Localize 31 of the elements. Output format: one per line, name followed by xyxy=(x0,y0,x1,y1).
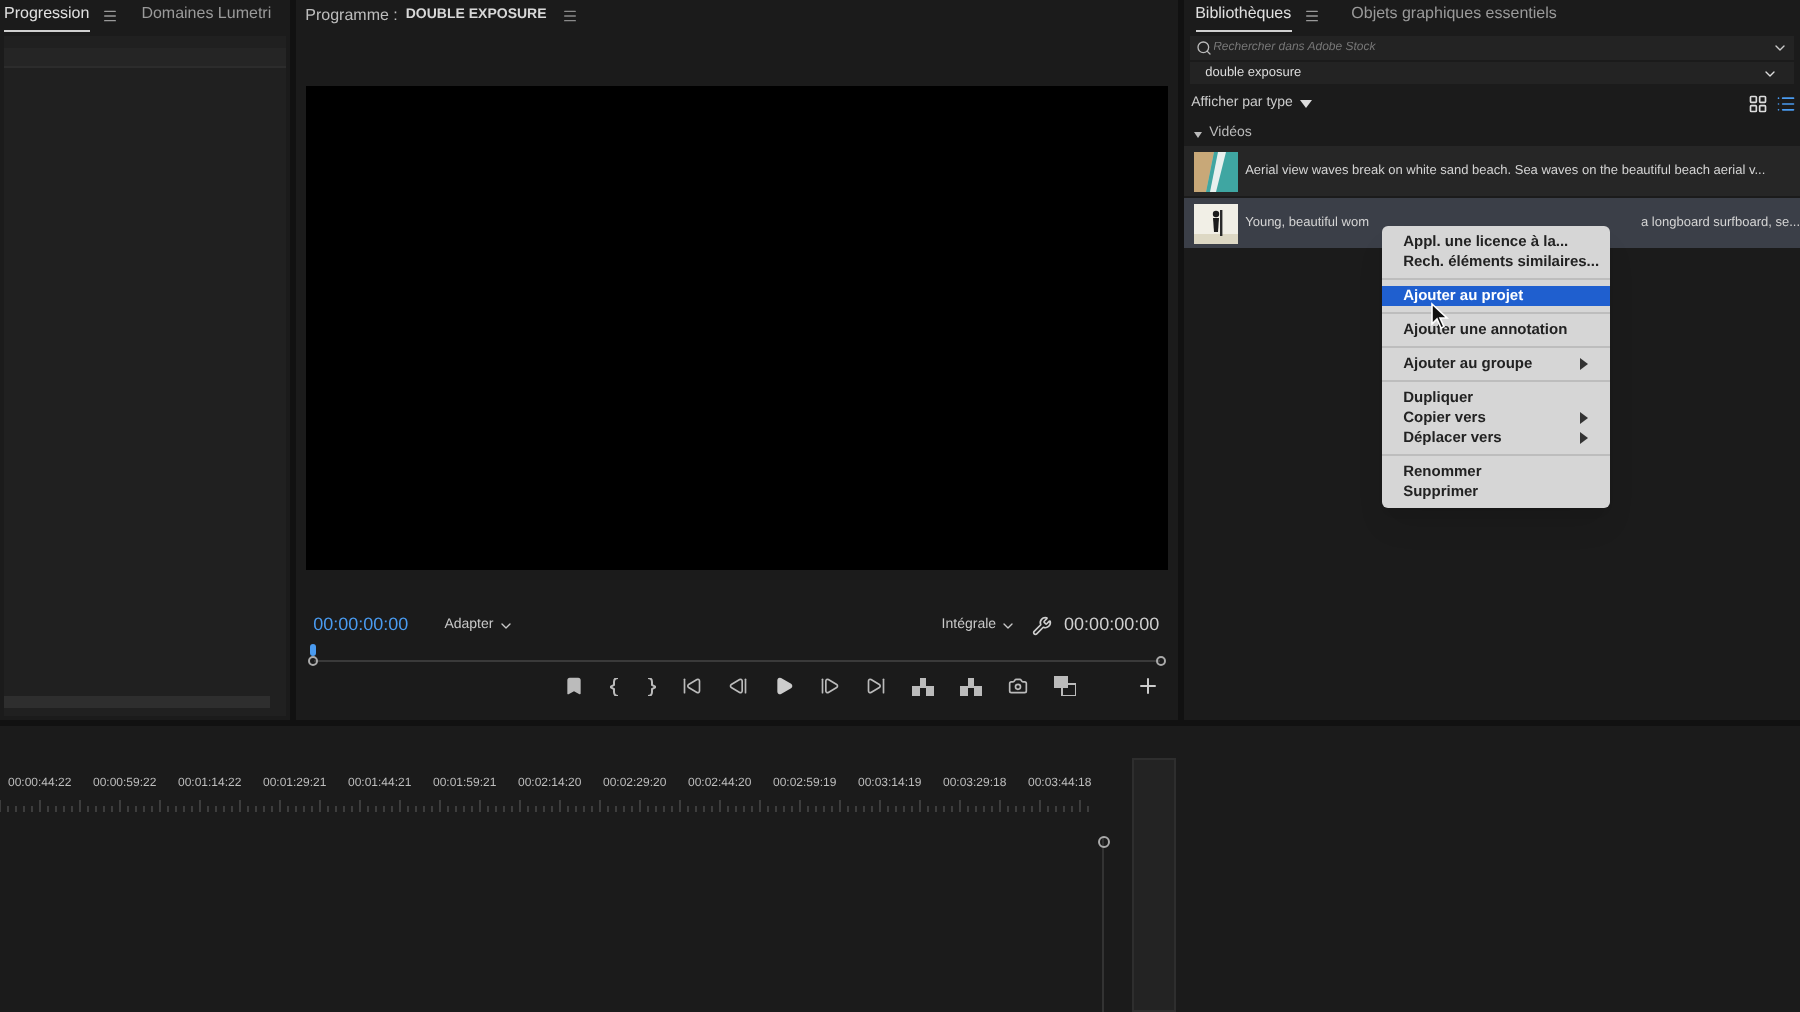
overwrite-icon[interactable] xyxy=(960,677,983,695)
panel-tab[interactable]: Objets graphiques essentiels xyxy=(1351,1,1557,31)
step-back-icon[interactable] xyxy=(728,676,749,696)
play-icon[interactable] xyxy=(774,676,795,696)
panel-tab[interactable]: Domaines Lumetri xyxy=(141,1,272,31)
go-to-in-icon[interactable] xyxy=(682,676,703,696)
section-toggle-icon[interactable] xyxy=(1193,131,1202,137)
caret-icon xyxy=(497,618,514,634)
menu-icon[interactable] xyxy=(562,8,579,24)
search-icon xyxy=(1195,40,1212,56)
playhead-timecode[interactable]: 00:00:00:00 xyxy=(313,612,409,640)
panel-tab[interactable]: Progression xyxy=(4,1,90,31)
list-view-icon[interactable] xyxy=(1776,94,1797,114)
go-to-out-icon[interactable] xyxy=(866,676,887,696)
panel-title: Programme : xyxy=(305,4,398,28)
add-button-icon[interactable] xyxy=(1135,674,1160,698)
duration-timecode: 00:00:00:00 xyxy=(1064,612,1160,639)
mark-in-icon[interactable] xyxy=(610,677,621,695)
marker-icon[interactable] xyxy=(564,676,585,696)
insert-icon[interactable] xyxy=(912,677,935,695)
mark-out-icon[interactable] xyxy=(646,677,657,695)
settings-icon[interactable] xyxy=(1032,616,1053,636)
grid-view-icon[interactable] xyxy=(1748,94,1769,114)
compare-icon[interactable] xyxy=(1054,676,1077,696)
camera-icon[interactable] xyxy=(1008,676,1029,696)
caret-icon xyxy=(1000,618,1017,634)
menu-icon[interactable] xyxy=(1303,8,1320,24)
playhead[interactable] xyxy=(309,644,316,656)
step-forward-icon[interactable] xyxy=(820,676,841,696)
panel-tab[interactable]: Bibliothèques xyxy=(1195,1,1292,31)
menu-icon[interactable] xyxy=(101,8,118,24)
